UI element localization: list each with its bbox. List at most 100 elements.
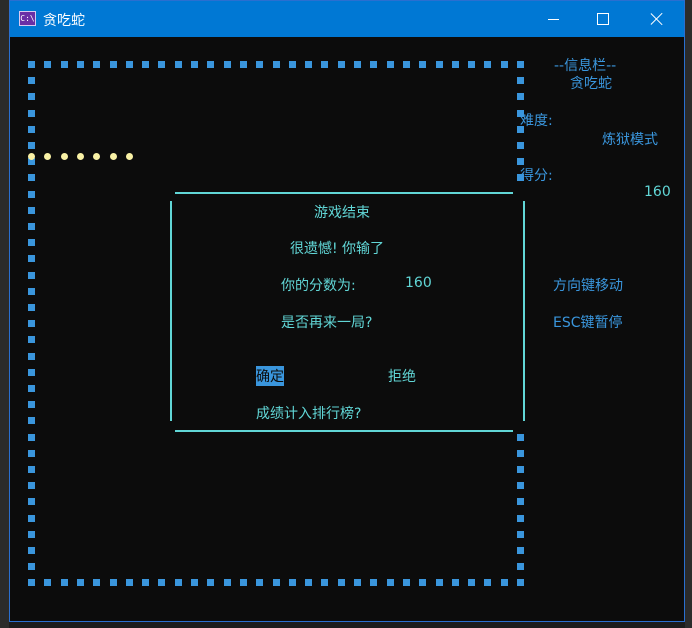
window-title: 贪吃蛇 <box>43 13 85 29</box>
snake-segment <box>93 153 100 160</box>
wall-block <box>175 61 182 68</box>
wall-block <box>517 434 524 441</box>
retry-question: 是否再来一局? <box>281 315 373 331</box>
wall-block <box>224 61 231 68</box>
wall-block <box>28 531 35 538</box>
wall-block <box>28 353 35 360</box>
wall-block <box>240 61 247 68</box>
wall-block <box>28 498 35 505</box>
difficulty-value: 炼狱模式 <box>602 132 658 148</box>
dialog-top-border <box>175 192 513 194</box>
wall-block <box>28 450 35 457</box>
wall-block <box>224 579 231 586</box>
wall-block <box>256 61 263 68</box>
wall-block <box>93 579 100 586</box>
wall-block <box>517 466 524 473</box>
wall-block <box>142 579 149 586</box>
wall-block <box>93 61 100 68</box>
wall-block <box>207 579 214 586</box>
close-button[interactable] <box>634 1 680 37</box>
wall-block <box>77 61 84 68</box>
wall-block <box>77 579 84 586</box>
wall-block <box>28 563 35 570</box>
confirm-button[interactable]: 确定 <box>256 366 284 386</box>
wall-block <box>338 61 345 68</box>
wall-block <box>273 61 280 68</box>
wall-block <box>419 61 426 68</box>
wall-block <box>28 466 35 473</box>
wall-block <box>370 579 377 586</box>
dialog-left-border <box>170 201 172 421</box>
wall-block <box>484 61 491 68</box>
wall-block <box>28 272 35 279</box>
desktop-left-edge <box>0 0 9 628</box>
info-panel-game-name: 贪吃蛇 <box>570 76 612 92</box>
info-panel-header: --信息栏-- <box>554 58 617 74</box>
wall-block <box>61 579 68 586</box>
wall-block <box>126 579 133 586</box>
title-bar[interactable]: C:\ 贪吃蛇 <box>10 1 684 37</box>
console-app-icon: C:\ <box>19 11 36 26</box>
wall-block <box>501 579 508 586</box>
wall-block <box>517 482 524 489</box>
close-icon <box>651 13 663 25</box>
wall-block <box>28 417 35 424</box>
wall-block <box>517 531 524 538</box>
wall-block <box>28 93 35 100</box>
wall-block <box>28 255 35 262</box>
wall-block <box>28 401 35 408</box>
maximize-button[interactable] <box>580 1 626 37</box>
wall-block <box>354 579 361 586</box>
wall-block <box>28 579 35 586</box>
reject-button[interactable]: 拒绝 <box>388 366 416 386</box>
wall-block <box>28 77 35 84</box>
wall-block <box>28 547 35 554</box>
leaderboard-question: 成绩计入排行榜? <box>256 406 362 422</box>
wall-block <box>354 61 361 68</box>
snake-segment <box>44 153 51 160</box>
game-console[interactable]: --信息栏-- 贪吃蛇 难度: 炼狱模式 得分: 160 方向键移动 ESC键暂… <box>10 37 684 621</box>
wall-block <box>28 320 35 327</box>
wall-block <box>517 142 524 149</box>
wall-block <box>517 515 524 522</box>
wall-block <box>28 61 35 68</box>
dialog-bottom-border <box>175 430 513 432</box>
wall-block <box>321 579 328 586</box>
snake-segment <box>77 153 84 160</box>
wall-block <box>305 61 312 68</box>
wall-block <box>452 61 459 68</box>
wall-block <box>28 223 35 230</box>
wall-block <box>28 239 35 246</box>
game-window: C:\ 贪吃蛇 --信息栏-- 贪吃蛇 难度: 炼狱模式 得分: 160 方向键… <box>9 0 685 622</box>
wall-block <box>28 304 35 311</box>
wall-block <box>436 61 443 68</box>
snake-segment <box>110 153 117 160</box>
wall-block <box>387 61 394 68</box>
wall-block <box>468 579 475 586</box>
hint-move: 方向键移动 <box>553 278 623 294</box>
wall-block <box>403 61 410 68</box>
wall-block <box>256 579 263 586</box>
wall-block <box>207 61 214 68</box>
wall-block <box>289 579 296 586</box>
desktop-right-edge <box>685 0 692 628</box>
wall-block <box>126 61 133 68</box>
wall-block <box>517 93 524 100</box>
hint-pause: ESC键暂停 <box>553 315 623 331</box>
wall-block <box>61 61 68 68</box>
minimize-button[interactable] <box>530 1 576 37</box>
dialog-score-value: 160 <box>405 275 432 291</box>
wall-block <box>403 579 410 586</box>
score-label: 得分: <box>520 168 553 184</box>
wall-block <box>28 385 35 392</box>
wall-block <box>468 61 475 68</box>
wall-block <box>28 515 35 522</box>
wall-block <box>387 579 394 586</box>
wall-block <box>517 563 524 570</box>
wall-block <box>517 498 524 505</box>
wall-block <box>517 158 524 165</box>
dialog-right-border <box>523 201 525 421</box>
wall-block <box>436 579 443 586</box>
wall-block <box>338 579 345 586</box>
wall-block <box>273 579 280 586</box>
